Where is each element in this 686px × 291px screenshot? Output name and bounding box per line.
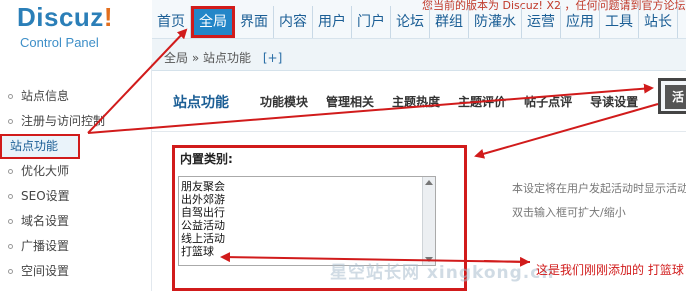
sidebar-item-optimizer[interactable]: 优化大师 — [0, 159, 152, 184]
sidebar-item-domains[interactable]: 域名设置 — [0, 209, 152, 234]
bullet-icon — [8, 94, 13, 99]
logo-brand: Discuz! — [17, 2, 113, 32]
logo: Discuz! Control Panel — [0, 0, 155, 62]
nav-global[interactable]: 全局 — [191, 6, 235, 38]
bullet-icon — [8, 269, 13, 274]
bullet-icon — [8, 119, 13, 124]
builtin-categories-label: 内置类别: — [180, 152, 233, 166]
bullet-icon — [8, 244, 13, 249]
category-line: 朋友聚会 — [181, 180, 225, 193]
logo-subtitle: Control Panel — [20, 35, 99, 50]
tab-management[interactable]: 管理相关 — [326, 93, 374, 110]
tab-activity-label: 活 — [665, 85, 686, 109]
add-to-favorites-button[interactable]: [+] — [263, 51, 282, 65]
nav-forum[interactable]: 论坛 — [391, 6, 430, 38]
tab-guide-settings[interactable]: 导读设置 — [590, 93, 638, 110]
sidebar-item-site-features[interactable]: 站点功能 — [0, 134, 80, 159]
sidebar-item-seo[interactable]: SEO设置 — [0, 184, 152, 209]
nav-groups[interactable]: 群组 — [430, 6, 469, 38]
sidebar-item-broadcast[interactable]: 广播设置 — [0, 234, 152, 259]
section-header: 站点功能 功能模块 管理相关 主题热度 主题评价 帖子点评 导读设置 活 — [152, 72, 686, 132]
page-title: 站点功能 — [173, 95, 229, 111]
triangle-up-icon[interactable] — [425, 180, 433, 185]
bullet-icon — [8, 219, 13, 224]
breadcrumb-separator: » — [191, 51, 200, 65]
field-hint: 本设定将在用户发起活动时显示活动类别 双击输入框可扩大/缩小 — [512, 177, 686, 225]
tab-thread-rating[interactable]: 主题评价 — [458, 93, 506, 110]
annotation-text: 这是我们刚刚添加的 打篮球 — [536, 263, 684, 277]
hint-line-1: 本设定将在用户发起活动时显示活动类别 — [512, 182, 686, 195]
watermark: 星空站长网 xingkong.cn — [330, 263, 555, 283]
nav-home[interactable]: 首页 — [152, 6, 191, 38]
tab-activity[interactable]: 活 — [658, 78, 686, 114]
hint-line-2: 双击输入框可扩大/缩小 — [512, 206, 626, 219]
nav-tools[interactable]: 工具 — [600, 6, 639, 38]
textarea-scrollbar[interactable] — [422, 177, 435, 265]
category-line: 公益活动 — [181, 219, 225, 232]
nav-apps[interactable]: 应用 — [561, 6, 600, 38]
category-line: 打篮球 — [181, 245, 214, 258]
tab-function-modules[interactable]: 功能模块 — [260, 93, 308, 110]
breadcrumb-current: 站点功能 — [203, 51, 252, 65]
breadcrumb: 全局 » 站点功能 [+] — [152, 39, 686, 71]
category-line: 出外郊游 — [181, 193, 225, 206]
category-line: 线上活动 — [181, 232, 225, 245]
category-line: 自驾出行 — [181, 206, 225, 219]
nav-interface[interactable]: 界面 — [235, 6, 274, 38]
breadcrumb-root[interactable]: 全局 — [164, 51, 188, 65]
nav-webmaster[interactable]: 站长 — [639, 6, 678, 38]
sidebar-item-registration[interactable]: 注册与访问控制 — [0, 109, 152, 134]
nav-content[interactable]: 内容 — [274, 6, 313, 38]
sidebar-item-space[interactable]: 空间设置 — [0, 259, 152, 284]
tab-thread-heat[interactable]: 主题热度 — [392, 93, 440, 110]
bullet-icon — [8, 194, 13, 199]
bullet-icon — [8, 169, 13, 174]
builtin-categories-textarea[interactable]: 朋友聚会 出外郊游 自驾出行 公益活动 线上活动 打篮球 — [178, 176, 436, 266]
top-navigation: 您当前的版本为 Discuz! X2 ，任何问题请到官方论坛 首页 全局 界面 … — [152, 0, 686, 39]
nav-operations[interactable]: 运营 — [522, 6, 561, 38]
nav-anti-spam[interactable]: 防灌水 — [469, 6, 522, 38]
sidebar: 站点信息 注册与访问控制 站点功能 优化大师 SEO设置 域名设置 广播设置 空… — [0, 62, 152, 291]
nav-users[interactable]: 用户 — [313, 6, 352, 38]
section-tabs: 功能模块 管理相关 主题热度 主题评价 帖子点评 导读设置 — [260, 93, 656, 110]
nav-portal[interactable]: 门户 — [352, 6, 391, 38]
tab-post-comments[interactable]: 帖子点评 — [524, 93, 572, 110]
sidebar-item-site-info[interactable]: 站点信息 — [0, 84, 152, 109]
